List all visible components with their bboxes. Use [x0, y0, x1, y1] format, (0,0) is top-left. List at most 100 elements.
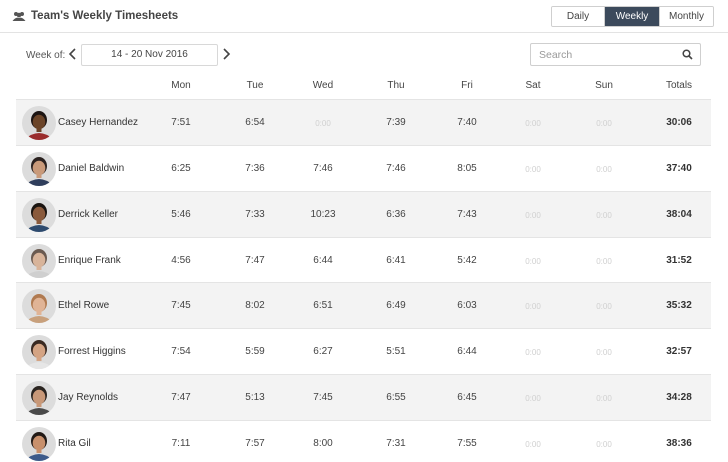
table-row[interactable]: Ethel Rowe 7:45 8:02 6:51 6:49 6:03 0:00 0:00 35… [16, 282, 711, 328]
time-cell-sat[interactable]: 0:00 [508, 394, 558, 403]
time-cell-sat[interactable]: 0:00 [508, 211, 558, 220]
time-cell-thu[interactable]: 6:41 [371, 255, 421, 266]
time-cell-wed[interactable]: 7:45 [298, 392, 348, 403]
time-cell-thu[interactable]: 6:55 [371, 392, 421, 403]
column-header-totals: Totals [665, 80, 693, 91]
total-cell: 37:40 [666, 163, 692, 174]
time-cell-tue[interactable]: 7:47 [230, 255, 280, 266]
search-box [530, 43, 701, 66]
time-cell-mon[interactable]: 7:51 [156, 117, 206, 128]
time-cell-thu[interactable]: 5:51 [371, 346, 421, 357]
time-cell-tue[interactable]: 6:54 [230, 117, 280, 128]
time-cell-thu[interactable]: 7:39 [371, 117, 421, 128]
time-cell-fri[interactable]: 7:55 [442, 438, 492, 449]
time-cell-sat[interactable]: 0:00 [508, 440, 558, 449]
time-cell-tue[interactable]: 7:36 [230, 163, 280, 174]
time-cell-mon[interactable]: 7:54 [156, 346, 206, 357]
time-cell-sat[interactable]: 0:00 [508, 257, 558, 266]
time-cell-wed[interactable]: 0:00 [298, 119, 348, 128]
page-title: Team's Weekly Timesheets [12, 10, 178, 22]
time-cell-sun[interactable]: 0:00 [579, 302, 629, 311]
employee-name[interactable]: Forrest Higgins [58, 346, 126, 357]
avatar [22, 335, 56, 369]
time-cell-thu[interactable]: 7:46 [371, 163, 421, 174]
time-cell-sun[interactable]: 0:00 [579, 211, 629, 220]
prev-week-button[interactable] [65, 44, 79, 64]
time-cell-mon[interactable]: 7:45 [156, 300, 206, 311]
table-row[interactable]: Derrick Keller 5:46 7:33 10:23 6:36 7:43 0:00 0… [16, 191, 711, 237]
time-cell-sun[interactable]: 0:00 [579, 394, 629, 403]
week-range-display[interactable]: 14 - 20 Nov 2016 [81, 44, 218, 66]
employee-name[interactable]: Casey Hernandez [58, 117, 138, 128]
time-cell-tue[interactable]: 7:57 [230, 438, 280, 449]
page-header: Team's Weekly Timesheets Daily Weekly Mo… [0, 0, 728, 33]
time-cell-fri[interactable]: 7:43 [442, 209, 492, 220]
time-cell-fri[interactable]: 8:05 [442, 163, 492, 174]
column-header-sun: Sun [595, 80, 613, 91]
time-cell-tue[interactable]: 5:59 [230, 346, 280, 357]
time-cell-tue[interactable]: 7:33 [230, 209, 280, 220]
time-cell-fri[interactable]: 6:44 [442, 346, 492, 357]
employee-name[interactable]: Ethel Rowe [58, 300, 109, 311]
weekly-view-button[interactable]: Weekly [605, 7, 660, 26]
time-cell-sat[interactable]: 0:00 [508, 119, 558, 128]
column-header-tue: Tue [246, 80, 264, 91]
total-cell: 34:28 [666, 392, 692, 403]
time-cell-fri[interactable]: 7:40 [442, 117, 492, 128]
time-cell-tue[interactable]: 5:13 [230, 392, 280, 403]
table-row[interactable]: Daniel Baldwin 6:25 7:36 7:46 7:46 8:05 0:00 0:… [16, 145, 711, 191]
time-cell-sun[interactable]: 0:00 [579, 440, 629, 449]
column-header-thu: Thu [387, 80, 405, 91]
time-cell-wed[interactable]: 6:27 [298, 346, 348, 357]
daily-view-button[interactable]: Daily [552, 7, 605, 26]
time-cell-sat[interactable]: 0:00 [508, 165, 558, 174]
total-cell: 38:36 [666, 438, 692, 449]
chevron-right-icon [222, 48, 230, 60]
monthly-view-button[interactable]: Monthly [660, 7, 713, 26]
table-row[interactable]: Forrest Higgins 7:54 5:59 6:27 5:51 6:44 0:00 0… [16, 328, 711, 374]
time-cell-sun[interactable]: 0:00 [579, 348, 629, 357]
time-cell-mon[interactable]: 6:25 [156, 163, 206, 174]
time-cell-mon[interactable]: 7:11 [156, 438, 206, 449]
time-cell-thu[interactable]: 6:36 [371, 209, 421, 220]
time-cell-mon[interactable]: 4:56 [156, 255, 206, 266]
total-cell: 38:04 [666, 209, 692, 220]
time-cell-thu[interactable]: 6:49 [371, 300, 421, 311]
employee-name[interactable]: Rita Gil [58, 438, 91, 449]
time-cell-sat[interactable]: 0:00 [508, 302, 558, 311]
time-cell-wed[interactable]: 8:00 [298, 438, 348, 449]
avatar [22, 198, 56, 232]
search-input[interactable] [531, 44, 679, 65]
time-cell-tue[interactable]: 8:02 [230, 300, 280, 311]
time-cell-sat[interactable]: 0:00 [508, 348, 558, 357]
time-cell-thu[interactable]: 7:31 [371, 438, 421, 449]
page-title-text: Team's Weekly Timesheets [31, 10, 179, 22]
employee-name[interactable]: Daniel Baldwin [58, 163, 124, 174]
table-row[interactable]: Enrique Frank 4:56 7:47 6:44 6:41 5:42 0:00 0:0… [16, 237, 711, 283]
employee-name[interactable]: Enrique Frank [58, 255, 121, 266]
table-row[interactable]: Casey Hernandez 7:51 6:54 0:00 7:39 7:40 0:00 0… [16, 99, 711, 145]
total-cell: 30:06 [666, 117, 692, 128]
time-cell-sun[interactable]: 0:00 [579, 165, 629, 174]
column-header-sat: Sat [525, 80, 541, 91]
total-cell: 35:32 [666, 300, 692, 311]
employee-name[interactable]: Derrick Keller [58, 209, 118, 220]
avatar [22, 244, 56, 278]
search-icon[interactable] [682, 49, 693, 60]
table-row[interactable]: Rita Gil 7:11 7:57 8:00 7:31 7:55 0:00 0:00 38:3… [16, 420, 711, 462]
time-cell-fri[interactable]: 6:03 [442, 300, 492, 311]
column-header-mon: Mon [171, 80, 191, 91]
time-cell-fri[interactable]: 5:42 [442, 255, 492, 266]
time-cell-sun[interactable]: 0:00 [579, 257, 629, 266]
time-cell-wed[interactable]: 6:51 [298, 300, 348, 311]
time-cell-mon[interactable]: 5:46 [156, 209, 206, 220]
table-row[interactable]: Jay Reynolds 7:47 5:13 7:45 6:55 6:45 0:00 0:00… [16, 374, 711, 420]
time-cell-wed[interactable]: 6:44 [298, 255, 348, 266]
time-cell-fri[interactable]: 6:45 [442, 392, 492, 403]
time-cell-wed[interactable]: 7:46 [298, 163, 348, 174]
next-week-button[interactable] [219, 44, 233, 64]
time-cell-wed[interactable]: 10:23 [298, 209, 348, 220]
time-cell-mon[interactable]: 7:47 [156, 392, 206, 403]
time-cell-sun[interactable]: 0:00 [579, 119, 629, 128]
employee-name[interactable]: Jay Reynolds [58, 392, 118, 403]
